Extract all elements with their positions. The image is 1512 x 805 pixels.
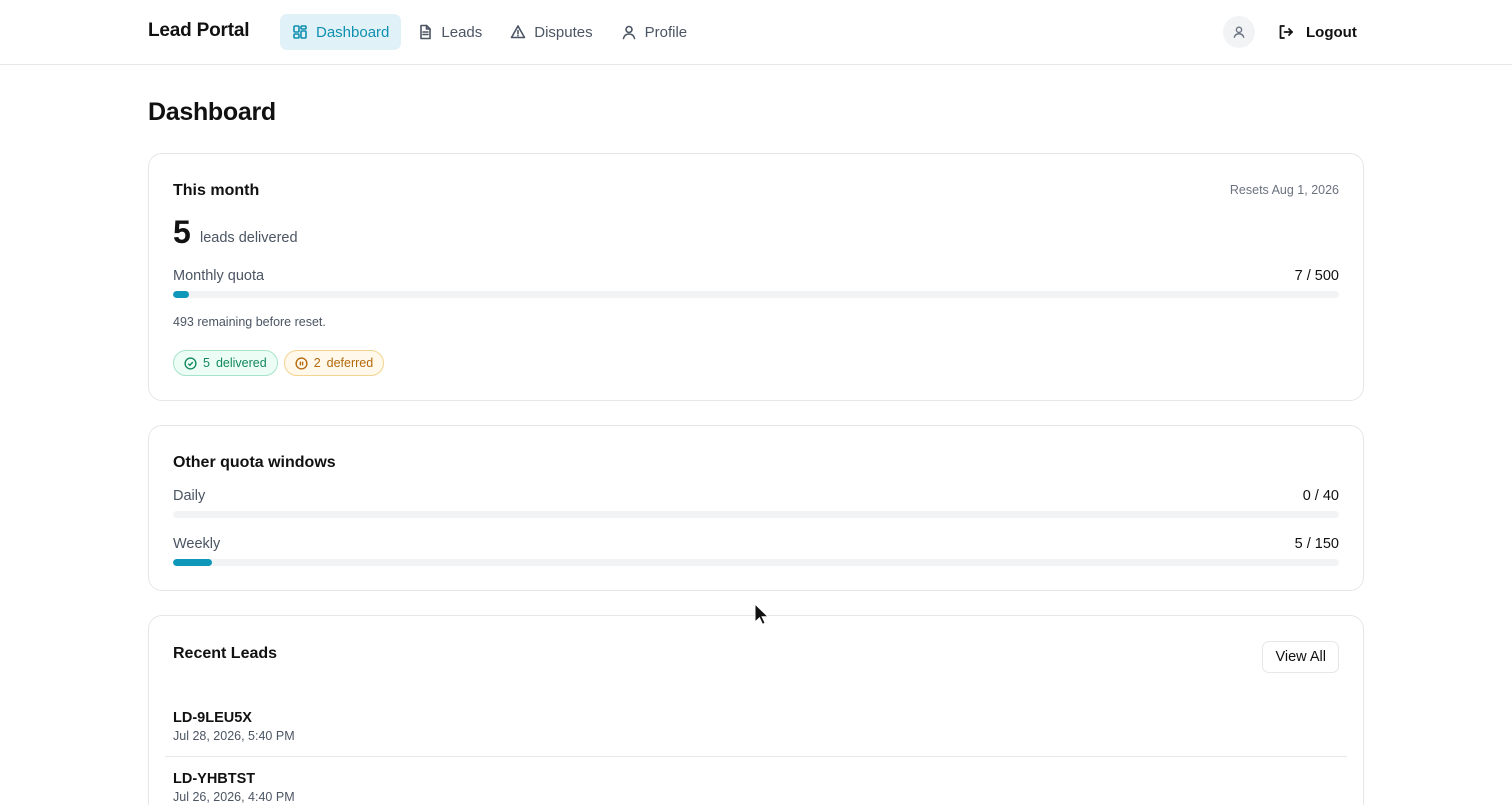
lead-row[interactable]: LD-YHBTST Jul 26, 2026, 4:40 PM bbox=[165, 758, 1347, 805]
document-icon bbox=[420, 24, 432, 40]
weekly-quota-label: Weekly bbox=[173, 536, 221, 552]
weekly-quota-progress-bar bbox=[173, 559, 1339, 566]
leads-delivered-count: 5 bbox=[173, 214, 191, 250]
card-title: Other quota windows bbox=[173, 454, 336, 471]
weekly-quota-value: 5 / 150 bbox=[1294, 536, 1339, 552]
status-badges: 5 delivered 2 deferred bbox=[173, 350, 385, 376]
lead-row[interactable]: LD-9LEU5X Jul 28, 2026, 5:40 PM bbox=[165, 697, 1347, 757]
check-circle-icon bbox=[184, 356, 197, 370]
page-title: Dashboard bbox=[148, 98, 276, 126]
user-icon bbox=[622, 25, 635, 40]
mouse-pointer-icon bbox=[754, 603, 770, 625]
other-quota-windows-card: Other quota windows Daily 0 / 40 Weekly … bbox=[148, 425, 1364, 591]
nav-item-label: Disputes bbox=[534, 23, 593, 41]
dashboard-icon bbox=[293, 25, 307, 39]
monthly-quota-label: Monthly quota bbox=[173, 268, 265, 284]
this-month-card: This month Resets Aug 1, 2026 5 leads de… bbox=[148, 153, 1364, 401]
pause-circle-icon bbox=[295, 356, 308, 370]
recent-leads-card: Recent Leads View All LD-9LEU5X Jul 28, … bbox=[148, 615, 1364, 805]
progress-fill bbox=[173, 559, 212, 566]
nav-item-disputes[interactable]: Disputes bbox=[498, 14, 604, 50]
badge-label: deferred bbox=[326, 356, 374, 370]
card-title: Recent Leads bbox=[173, 645, 278, 662]
logout-label: Logout bbox=[1306, 23, 1357, 41]
reset-date: Resets Aug 1, 2026 bbox=[1229, 183, 1339, 197]
badge-count: 2 bbox=[313, 356, 321, 370]
badge-count: 5 bbox=[203, 356, 210, 370]
warning-triangle-icon bbox=[510, 25, 526, 39]
nav-item-dashboard[interactable]: Dashboard bbox=[280, 14, 402, 50]
daily-quota-value: 0 / 40 bbox=[1302, 488, 1339, 504]
user-icon bbox=[1233, 26, 1245, 38]
leads-delivered-label: leads delivered bbox=[200, 230, 298, 246]
deferred-badge: 2 deferred bbox=[283, 350, 385, 376]
top-navbar: Lead Portal Dashboard Leads Disputes Pro… bbox=[0, 0, 1512, 65]
badge-label: delivered bbox=[215, 356, 267, 370]
delivered-badge: 5 delivered bbox=[173, 350, 278, 376]
view-all-button[interactable]: View All bbox=[1262, 641, 1339, 673]
lead-date: Jul 28, 2026, 5:40 PM bbox=[173, 729, 295, 743]
brand-logo[interactable]: Lead Portal bbox=[148, 20, 249, 42]
nav-item-label: Leads bbox=[441, 23, 483, 41]
main-nav: Dashboard Leads Disputes Profile bbox=[280, 14, 699, 50]
logout-button[interactable]: Logout bbox=[1270, 14, 1365, 50]
nav-item-leads[interactable]: Leads bbox=[405, 14, 494, 50]
lead-date: Jul 26, 2026, 4:40 PM bbox=[173, 790, 295, 804]
card-title: This month bbox=[173, 182, 260, 199]
lead-id: LD-9LEU5X bbox=[173, 710, 252, 726]
nav-item-label: Dashboard bbox=[316, 23, 390, 41]
remaining-text: 493 remaining before reset. bbox=[173, 315, 326, 329]
monthly-quota-value: 7 / 500 bbox=[1294, 268, 1339, 284]
nav-item-profile[interactable]: Profile bbox=[609, 14, 700, 50]
daily-quota-label: Daily bbox=[173, 488, 206, 504]
logout-icon bbox=[1279, 25, 1293, 39]
daily-quota-progress-bar bbox=[173, 511, 1339, 518]
lead-id: LD-YHBTST bbox=[173, 771, 256, 787]
user-avatar-button[interactable] bbox=[1223, 16, 1255, 48]
nav-item-label: Profile bbox=[644, 23, 688, 41]
monthly-quota-progress-bar bbox=[173, 291, 1339, 298]
progress-fill bbox=[173, 291, 190, 298]
